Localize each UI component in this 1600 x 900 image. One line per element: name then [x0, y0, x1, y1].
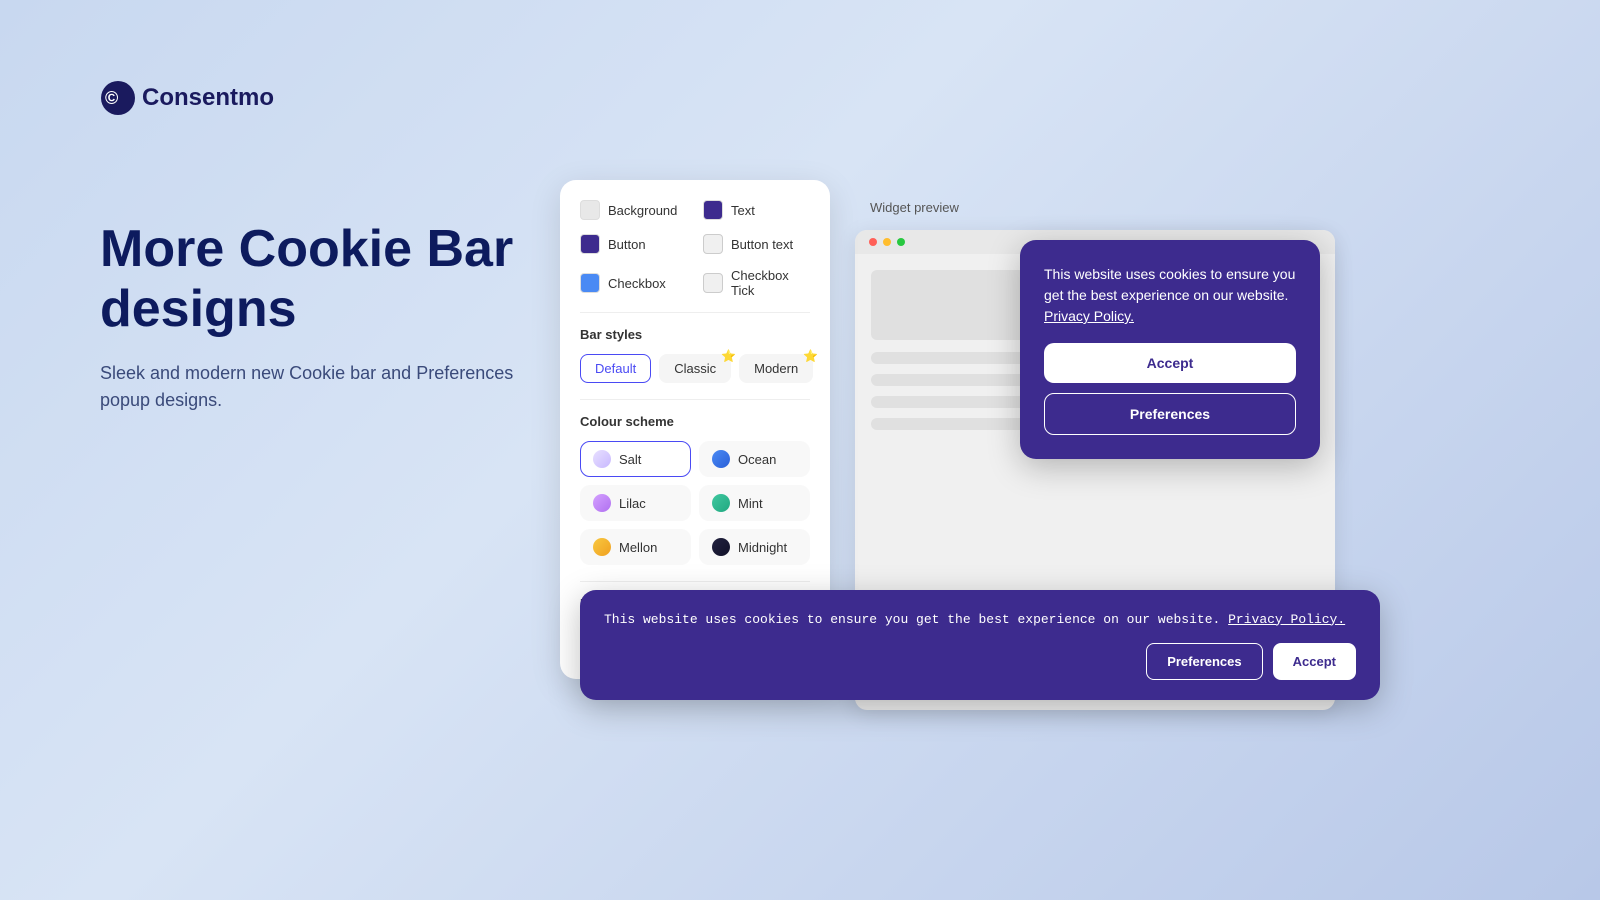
mellon-label: Mellon — [619, 540, 657, 555]
lilac-label: Lilac — [619, 496, 646, 511]
button-color-item[interactable]: Button — [580, 234, 687, 254]
scheme-midnight[interactable]: Midnight — [699, 529, 810, 565]
lilac-dot — [593, 494, 611, 512]
divider-3 — [580, 581, 810, 582]
text-label: Text — [731, 203, 755, 218]
background-swatch — [580, 200, 600, 220]
logo-text: Consentmo — [142, 84, 274, 112]
checkbox-swatch — [580, 273, 600, 293]
colour-scheme-title: Colour scheme — [580, 414, 810, 429]
background-label: Background — [608, 203, 677, 218]
divider-2 — [580, 399, 810, 400]
ocean-dot — [712, 450, 730, 468]
popup-text: This website uses cookies to ensure you … — [1044, 264, 1296, 327]
hero-section: More Cookie Bar designs Sleek and modern… — [100, 220, 520, 414]
midnight-dot — [712, 538, 730, 556]
checkbox-tick-color-item[interactable]: Checkbox Tick — [703, 268, 810, 298]
button-text-color-item[interactable]: Button text — [703, 234, 810, 254]
style-default-button[interactable]: Default — [580, 354, 651, 383]
hero-title: More Cookie Bar designs — [100, 220, 520, 340]
scheme-ocean[interactable]: Ocean — [699, 441, 810, 477]
mint-label: Mint — [738, 496, 763, 511]
background-color-item[interactable]: Background — [580, 200, 687, 220]
color-row-1: Background Text — [580, 200, 810, 220]
bar-styles-title: Bar styles — [580, 327, 810, 342]
bar-text: This website uses cookies to ensure you … — [604, 610, 1356, 630]
cookie-bar: This website uses cookies to ensure you … — [580, 590, 1380, 701]
classic-star-badge: ⭐ — [721, 349, 736, 363]
colour-scheme-grid: Salt Ocean Lilac Mint Mellon Midnight — [580, 441, 810, 565]
scheme-lilac[interactable]: Lilac — [580, 485, 691, 521]
text-swatch — [703, 200, 723, 220]
widget-preview-label: Widget preview — [870, 200, 959, 215]
button-text-label: Button text — [731, 237, 793, 252]
bar-styles-group: Default Classic ⭐ Modern ⭐ — [580, 354, 810, 383]
hero-subtitle: Sleek and modern new Cookie bar and Pref… — [100, 360, 520, 414]
button-label: Button — [608, 237, 646, 252]
bar-accept-button[interactable]: Accept — [1273, 643, 1356, 680]
style-classic-button[interactable]: Classic ⭐ — [659, 354, 731, 383]
color-row-2: Button Button text — [580, 234, 810, 254]
ocean-label: Ocean — [738, 452, 776, 467]
popup-accept-button[interactable]: Accept — [1044, 343, 1296, 383]
modern-star-badge: ⭐ — [803, 349, 818, 363]
panel-container: Background Text Button Button text Check… — [560, 140, 1390, 720]
salt-label: Salt — [619, 452, 641, 467]
bar-privacy-link[interactable]: Privacy Policy. — [1228, 612, 1345, 627]
logo-icon: © — [100, 80, 136, 116]
midnight-label: Midnight — [738, 540, 787, 555]
logo: © Consentmo — [100, 80, 274, 116]
scheme-salt[interactable]: Salt — [580, 441, 691, 477]
text-color-item[interactable]: Text — [703, 200, 810, 220]
checkbox-label: Checkbox — [608, 276, 666, 291]
button-text-swatch — [703, 234, 723, 254]
scheme-mellon[interactable]: Mellon — [580, 529, 691, 565]
popup-privacy-link[interactable]: Privacy Policy. — [1044, 308, 1134, 324]
bar-preferences-button[interactable]: Preferences — [1146, 643, 1262, 680]
cookie-popup: This website uses cookies to ensure you … — [1020, 240, 1320, 459]
scheme-mint[interactable]: Mint — [699, 485, 810, 521]
browser-dot-green — [897, 238, 905, 246]
bar-buttons: Preferences Accept — [604, 643, 1356, 680]
mint-dot — [712, 494, 730, 512]
svg-text:©: © — [105, 88, 118, 108]
mellon-dot — [593, 538, 611, 556]
browser-dot-yellow — [883, 238, 891, 246]
divider-1 — [580, 312, 810, 313]
checkbox-tick-label: Checkbox Tick — [731, 268, 810, 298]
salt-dot — [593, 450, 611, 468]
color-row-3: Checkbox Checkbox Tick — [580, 268, 810, 298]
popup-preferences-button[interactable]: Preferences — [1044, 393, 1296, 435]
style-modern-button[interactable]: Modern ⭐ — [739, 354, 813, 383]
checkbox-tick-swatch — [703, 273, 723, 293]
checkbox-color-item[interactable]: Checkbox — [580, 268, 687, 298]
button-swatch — [580, 234, 600, 254]
browser-dot-red — [869, 238, 877, 246]
